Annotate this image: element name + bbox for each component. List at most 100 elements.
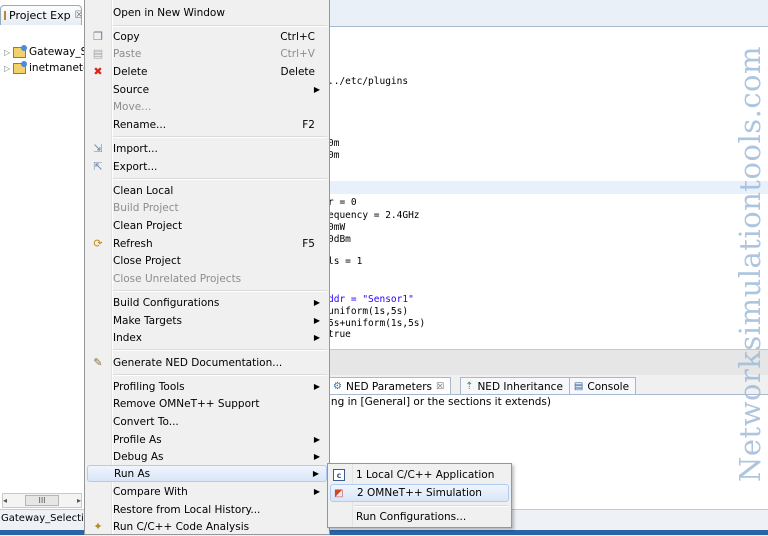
project-explorer-tab[interactable]: Project Exp ☒ (0, 5, 82, 25)
scroll-thumb[interactable]: III (25, 495, 59, 506)
import-icon: ⇲ (89, 142, 107, 155)
menu-item-restore-from-local-history[interactable]: Restore from Local History... (87, 501, 327, 518)
menu-item-label: Clean Local (113, 185, 173, 197)
menu-item-delete[interactable]: ✖ Delete Delete (87, 63, 327, 80)
menu-item-export[interactable]: ⇱ Export... (87, 158, 327, 175)
menu-item-generate-ned-documentation[interactable]: ✎ Generate NED Documentation... (87, 354, 327, 371)
menu-shortcut: Delete (281, 66, 316, 78)
code-line: 0mW (328, 222, 345, 233)
menu-item-build-project[interactable]: Build Project (87, 199, 327, 216)
code-line: 0dBm (328, 234, 351, 245)
tab-label: Console (587, 381, 629, 393)
menu-item-label: Import... (113, 143, 158, 155)
menu-item-clean-project[interactable]: Clean Project (87, 217, 327, 234)
c-app-icon-glyph: c (333, 469, 345, 481)
tree-item-project[interactable]: ▷ inetmanet- (4, 60, 87, 76)
menu-item-run-code-analysis[interactable]: ✦ Run C/C++ Code Analysis (87, 518, 327, 535)
menu-separator (113, 136, 327, 138)
menu-item-label: Generate NED Documentation... (113, 357, 282, 369)
submenu-item-run-configurations[interactable]: Run Configurations... (330, 508, 509, 526)
submenu-arrow-icon: ▶ (314, 435, 320, 444)
horizontal-scrollbar[interactable]: ◂ III ▸ (2, 493, 82, 508)
menu-separator (354, 505, 508, 507)
tree-item-label: inetmanet- (29, 62, 87, 74)
submenu-item-label: 2 OMNeT++ Simulation (357, 487, 482, 499)
context-menu: Open in New Window ❐ Copy Ctrl+C ▤ Paste… (84, 0, 330, 535)
menu-item-convert-to[interactable]: Convert To... (87, 413, 327, 430)
menu-item-label: Convert To... (113, 416, 179, 428)
submenu-item-omnet-simulation[interactable]: ◩ 2 OMNeT++ Simulation (330, 484, 509, 502)
menu-item-run-as[interactable]: Run As ▶ (87, 465, 327, 482)
menu-item-make-targets[interactable]: Make Targets ▶ (87, 312, 327, 329)
menu-shortcut: F2 (302, 119, 315, 131)
menu-item-debug-as[interactable]: Debug As ▶ (87, 448, 327, 465)
export-icon: ⇱ (89, 160, 107, 173)
code-line: r = 0 (328, 197, 357, 208)
close-icon[interactable]: ☒ (436, 382, 444, 392)
status-selection: Gateway_Selection (1, 513, 96, 524)
project-icon (13, 47, 26, 58)
menu-item-refresh[interactable]: ⟳ Refresh F5 (87, 235, 327, 252)
menu-item-copy[interactable]: ❐ Copy Ctrl+C (87, 28, 327, 45)
close-icon[interactable]: ☒ (75, 10, 82, 21)
menu-shortcut: Ctrl+V (280, 48, 315, 60)
project-explorer: Project Exp ☒ ▷ Gateway_Se ▷ inetmanet- … (0, 0, 85, 535)
menu-item-import[interactable]: ⇲ Import... (87, 140, 327, 157)
tree-item-project[interactable]: ▷ Gateway_Se (4, 44, 94, 60)
ned-doc-icon: ✎ (89, 356, 107, 369)
menu-item-label: Open in New Window (113, 7, 225, 19)
tab-ned-parameters[interactable]: ⚙ NED Parameters ☒ (328, 377, 451, 395)
menu-item-label: Close Project (113, 255, 181, 267)
menu-item-source[interactable]: Source ▶ (87, 81, 327, 98)
menu-item-label: Refresh (113, 238, 153, 250)
bottom-view-tabs: ⚙ NED Parameters ☒ ⇡ NED Inheritance ▤ C… (328, 375, 768, 395)
menu-item-move[interactable]: Move... (87, 98, 327, 115)
tab-console[interactable]: ▤ Console (569, 377, 636, 395)
code-line: ls = 1 (328, 256, 362, 267)
expand-icon[interactable]: ▷ (4, 64, 13, 73)
menu-item-close-unrelated-projects[interactable]: Close Unrelated Projects (87, 270, 327, 287)
editor-scroll-area (328, 349, 768, 375)
submenu-item-label: Run Configurations... (356, 511, 466, 523)
menu-item-label: Profiling Tools (113, 381, 185, 393)
menu-item-rename[interactable]: Rename... F2 (87, 116, 327, 133)
submenu-arrow-icon: ▶ (313, 469, 319, 478)
tab-ned-inheritance[interactable]: ⇡ NED Inheritance (460, 377, 570, 395)
console-icon: ▤ (574, 381, 583, 392)
menu-shortcut: Ctrl+C (280, 31, 315, 43)
scroll-right-icon[interactable]: ▸ (77, 496, 81, 505)
refresh-icon: ⟳ (89, 237, 107, 250)
menu-item-label: Profile As (113, 434, 162, 446)
menu-shortcut: F5 (302, 238, 315, 250)
menu-item-label: Close Unrelated Projects (113, 273, 241, 285)
tab-label: NED Parameters (346, 381, 432, 393)
menu-item-label: Copy (113, 31, 140, 43)
menu-item-close-project[interactable]: Close Project (87, 252, 327, 269)
folder-icon (4, 11, 6, 20)
scroll-left-icon[interactable]: ◂ (3, 496, 7, 505)
submenu-arrow-icon: ▶ (314, 333, 320, 342)
ned-inheritance-icon: ⇡ (465, 381, 473, 392)
menu-item-remove-omnet-support[interactable]: Remove OMNeT++ Support (87, 395, 327, 412)
menu-item-profiling-tools[interactable]: Profiling Tools ▶ (87, 378, 327, 395)
menu-item-profile-as[interactable]: Profile As ▶ (87, 431, 327, 448)
submenu-item-local-cpp-application[interactable]: c 1 Local C/C++ Application (330, 466, 509, 484)
menu-item-paste[interactable]: ▤ Paste Ctrl+V (87, 45, 327, 62)
menu-item-clean-local[interactable]: Clean Local (87, 182, 327, 199)
project-explorer-tab-label: Project Exp (9, 9, 71, 22)
current-line-highlight (328, 181, 768, 194)
expand-icon[interactable]: ▷ (4, 48, 13, 57)
menu-separator (113, 178, 327, 180)
menu-separator (113, 290, 327, 292)
run-as-submenu: c 1 Local C/C++ Application ◩ 2 OMNeT++ … (327, 463, 512, 528)
code-line: equency = 2.4GHz (328, 210, 420, 221)
menu-item-label: Run C/C++ Code Analysis (113, 521, 249, 533)
menu-item-index[interactable]: Index ▶ (87, 329, 327, 346)
menu-separator (113, 25, 327, 27)
code-line: true (328, 329, 351, 340)
menu-item-label: Source (113, 84, 149, 96)
omnet-sim-icon: ◩ (334, 488, 343, 499)
menu-item-open-in-new-window[interactable]: Open in New Window (87, 4, 327, 21)
menu-item-compare-with[interactable]: Compare With ▶ (87, 483, 327, 500)
menu-item-build-configurations[interactable]: Build Configurations ▶ (87, 294, 327, 311)
